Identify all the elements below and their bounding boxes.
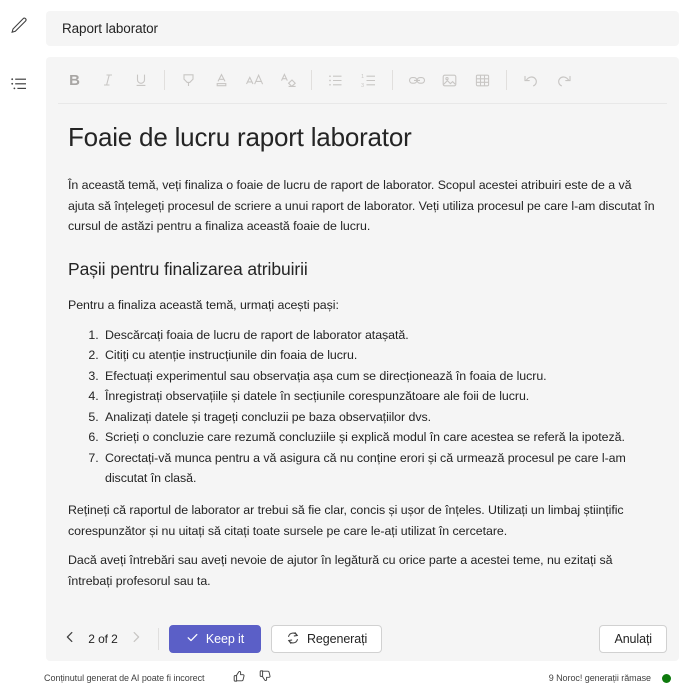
ai-action-bar: 2 of 2 Keep it Regenerați Anulați <box>46 617 679 661</box>
action-bar-divider <box>158 628 159 650</box>
clear-formatting-icon <box>279 72 297 89</box>
image-icon <box>441 72 458 89</box>
image-icon-button[interactable] <box>433 65 466 95</box>
main-column: Raport laborator B 1 3 Foaie de lucru ra… <box>38 0 687 661</box>
document-intro-paragraph: În această temă, veți finaliza o foaie d… <box>68 178 655 234</box>
list-item: Înregistrați observațiile și datele în s… <box>102 386 657 406</box>
highlight-icon-button[interactable] <box>172 65 205 95</box>
underline-icon-button[interactable] <box>124 65 157 95</box>
toolbar-divider <box>311 70 312 90</box>
steps-list: Descărcați foaia de lucru de raport de l… <box>68 325 657 488</box>
ai-disclaimer-text: Conținutul generat de AI poate fi incore… <box>44 673 205 683</box>
document-title-value: Raport laborator <box>62 21 158 36</box>
bullet-list-icon-button[interactable] <box>319 65 352 95</box>
footer-left-group: Conținutul generat de AI poate fi incore… <box>44 668 275 688</box>
italic-icon <box>100 72 116 88</box>
list-item: Analizați datele și trageți concluzii pe… <box>102 407 657 427</box>
footer-right-group: 9 Noroc! generații rămase <box>549 673 671 683</box>
font-color-icon <box>213 72 230 89</box>
thumbs-up-button[interactable] <box>229 668 249 688</box>
document-title-input[interactable]: Raport laborator <box>46 11 679 46</box>
redo-icon-button[interactable] <box>547 65 580 95</box>
result-pager: 2 of 2 <box>58 627 148 651</box>
thumbs-down-button[interactable] <box>255 668 275 688</box>
pencil-edit-icon <box>9 16 29 36</box>
svg-text:3: 3 <box>361 82 364 88</box>
table-icon-button[interactable] <box>466 65 499 95</box>
italic-icon-button[interactable] <box>91 65 124 95</box>
bullet-list-icon <box>327 72 344 89</box>
list-item: Corectați-vă munca pentru a vă asigura c… <box>102 448 657 489</box>
chevron-right-icon <box>129 630 143 649</box>
previous-result-button[interactable] <box>58 627 82 651</box>
bold-icon-button[interactable]: B <box>58 65 91 95</box>
undo-icon <box>522 72 540 89</box>
toolbar-divider <box>392 70 393 90</box>
regenerate-button[interactable]: Regenerați <box>271 625 383 653</box>
highlight-icon <box>180 72 197 89</box>
document-heading: Foaie de lucru raport laborator <box>68 122 412 152</box>
ai-document-editor-window: Raport laborator B 1 3 Foaie de lucru ra… <box>0 0 687 695</box>
next-result-button[interactable] <box>124 627 148 651</box>
numbered-list-icon: 1 3 <box>360 72 378 89</box>
checkmark-icon <box>186 631 199 647</box>
font-size-icon-button[interactable] <box>238 65 271 95</box>
pencil-edit-icon-button[interactable] <box>5 12 33 40</box>
list-item: Scrieți o concluzie care rezumă concluzi… <box>102 427 657 447</box>
left-rail <box>0 0 38 661</box>
table-icon <box>474 72 491 89</box>
svg-text:1: 1 <box>361 74 364 80</box>
refresh-circular-arrows-icon <box>286 631 300 648</box>
undo-icon-button[interactable] <box>514 65 547 95</box>
list-item: Efectuați experimentul sau observația aș… <box>102 366 657 386</box>
keep-it-button[interactable]: Keep it <box>169 625 261 653</box>
font-size-icon <box>245 72 264 89</box>
editor-card: B 1 3 Foaie de lucru raport laborator În… <box>46 57 679 661</box>
list-item: Descărcați foaia de lucru de raport de l… <box>102 325 657 345</box>
link-icon <box>408 72 426 89</box>
closing-paragraph-2: Dacă aveți întrebări sau aveți nevoie de… <box>68 553 613 588</box>
closing-paragraphs: Rețineți că raportul de laborator ar tre… <box>68 500 657 591</box>
thumbs-down-icon <box>258 669 272 688</box>
toolbar-divider <box>506 70 507 90</box>
cancel-label: Anulați <box>614 632 652 646</box>
document-body[interactable]: Foaie de lucru raport laborator În aceas… <box>46 104 679 617</box>
list-item: Citiți cu atenție instrucțiunile din foa… <box>102 345 657 365</box>
underline-icon <box>133 72 149 88</box>
status-indicator-dot <box>662 673 671 683</box>
chevron-left-icon <box>63 630 77 649</box>
list-outline-icon-button[interactable] <box>5 70 33 98</box>
document-subheading: Pașii pentru finalizarea atribuirii <box>68 258 308 279</box>
closing-paragraph-1: Rețineți că raportul de laborator ar tre… <box>68 503 624 538</box>
pager-label: 2 of 2 <box>88 632 118 646</box>
list-outline-icon <box>9 74 29 94</box>
generations-remaining-text: 9 Noroc! generații rămase <box>548 673 651 683</box>
clear-formatting-icon-button[interactable] <box>271 65 304 95</box>
cancel-button[interactable]: Anulați <box>599 625 667 653</box>
keep-it-label: Keep it <box>205 632 245 646</box>
bold-icon: B <box>69 71 80 89</box>
thumbs-up-icon <box>232 669 246 688</box>
feedback-buttons <box>229 668 275 688</box>
footer-bar: Conținutul generat de AI poate fi incore… <box>0 661 687 695</box>
toolbar-divider <box>164 70 165 90</box>
link-icon-button[interactable] <box>400 65 433 95</box>
numbered-list-icon-button[interactable]: 1 3 <box>352 65 385 95</box>
regenerate-label: Regenerați <box>307 632 368 646</box>
font-color-icon-button[interactable] <box>205 65 238 95</box>
formatting-toolbar: B 1 3 <box>46 57 679 103</box>
redo-icon <box>555 72 573 89</box>
steps-intro-paragraph: Pentru a finaliza această temă, urmați a… <box>68 297 339 312</box>
